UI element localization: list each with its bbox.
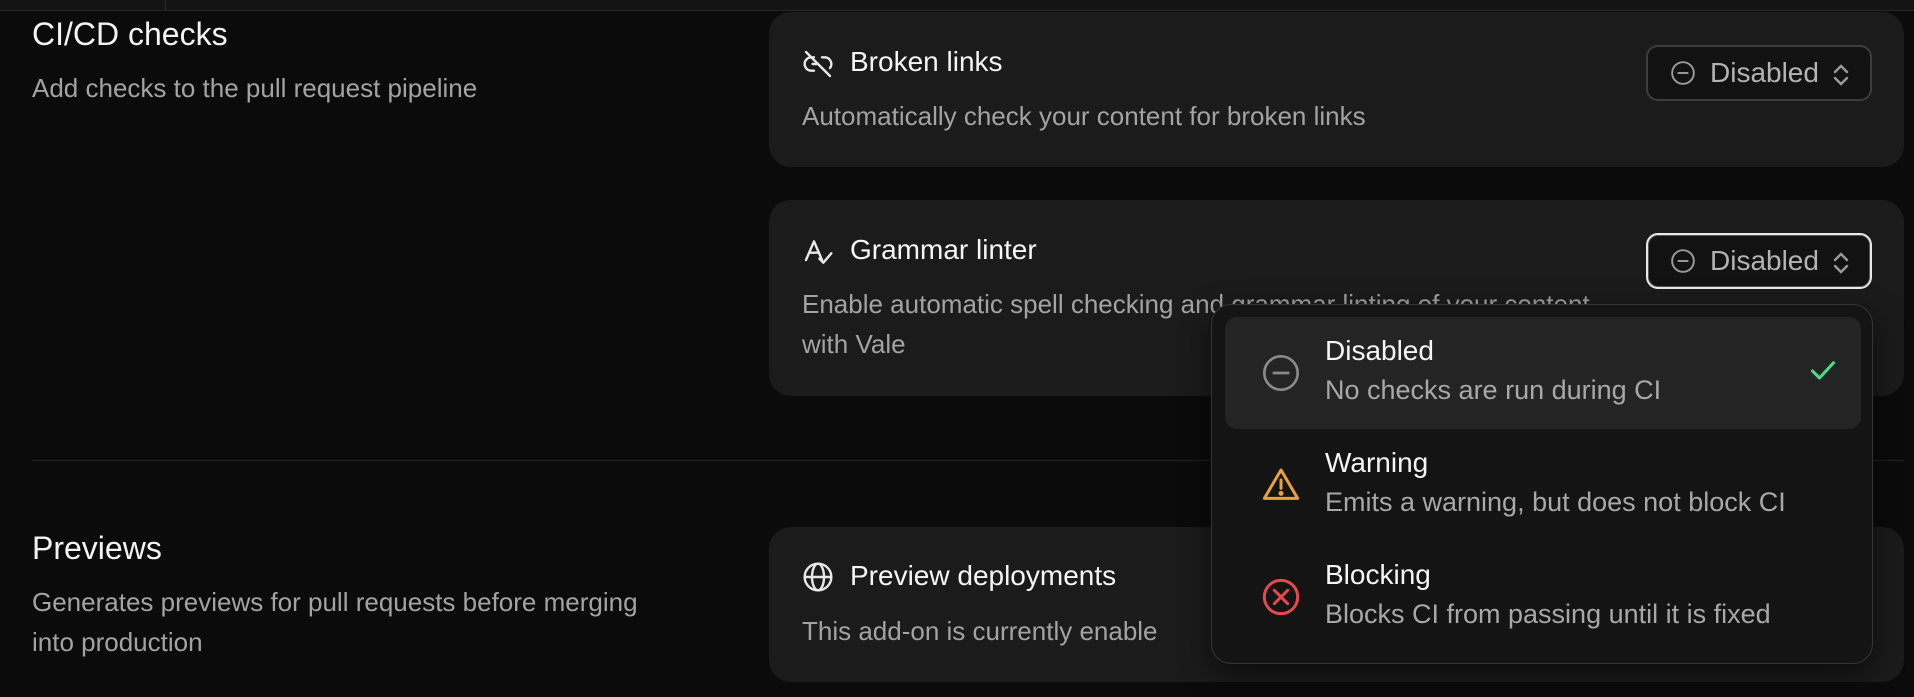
dropdown-option-warning[interactable]: Warning Emits a warning, but does not bl… — [1225, 429, 1861, 541]
grammar-linter-title: Grammar linter — [850, 234, 1037, 265]
option-title: Blocking — [1325, 559, 1431, 590]
chevron-up-down-icon — [1833, 252, 1849, 274]
section-description-previews: Generates previews for pull requests bef… — [32, 587, 638, 657]
grammar-linter-select[interactable]: Disabled — [1646, 233, 1872, 289]
broken-links-description: Automatically check your content for bro… — [802, 101, 1366, 131]
preview-deployments-title: Preview deployments — [850, 560, 1117, 591]
dropdown-option-blocking[interactable]: Blocking Blocks CI from passing until it… — [1225, 541, 1861, 653]
select-value: Disabled — [1710, 57, 1819, 88]
warning-triangle-icon — [1262, 468, 1300, 500]
chevron-up-down-icon — [1833, 64, 1849, 86]
top-bar-separator — [165, 0, 166, 10]
minus-circle-icon — [1671, 249, 1695, 273]
section-description-cicd: Add checks to the pull request pipeline — [32, 73, 478, 103]
top-bar — [0, 0, 1914, 11]
dropdown-option-disabled[interactable]: Disabled No checks are run during CI — [1225, 317, 1861, 429]
section-title-previews: Previews — [32, 530, 162, 566]
check-icon — [1810, 361, 1836, 380]
option-description: Blocks CI from passing until it is fixed — [1325, 599, 1771, 629]
globe-icon — [803, 562, 833, 592]
option-title: Disabled — [1325, 335, 1434, 366]
option-title: Warning — [1325, 447, 1429, 478]
status-dropdown-menu: Disabled No checks are run during CI War… — [1211, 304, 1873, 664]
broken-link-icon — [803, 50, 833, 78]
select-value: Disabled — [1710, 245, 1819, 276]
broken-links-card: Broken links Automatically check your co… — [769, 12, 1904, 167]
broken-links-title: Broken links — [850, 46, 1003, 77]
minus-circle-icon — [1671, 61, 1695, 85]
spellcheck-icon — [804, 240, 833, 264]
option-description: Emits a warning, but does not block CI — [1325, 487, 1786, 517]
option-description: No checks are run during CI — [1325, 375, 1662, 405]
x-circle-icon — [1262, 578, 1300, 616]
broken-links-select[interactable]: Disabled — [1646, 45, 1872, 101]
minus-circle-icon — [1263, 355, 1299, 391]
section-title-cicd: CI/CD checks — [32, 16, 228, 52]
